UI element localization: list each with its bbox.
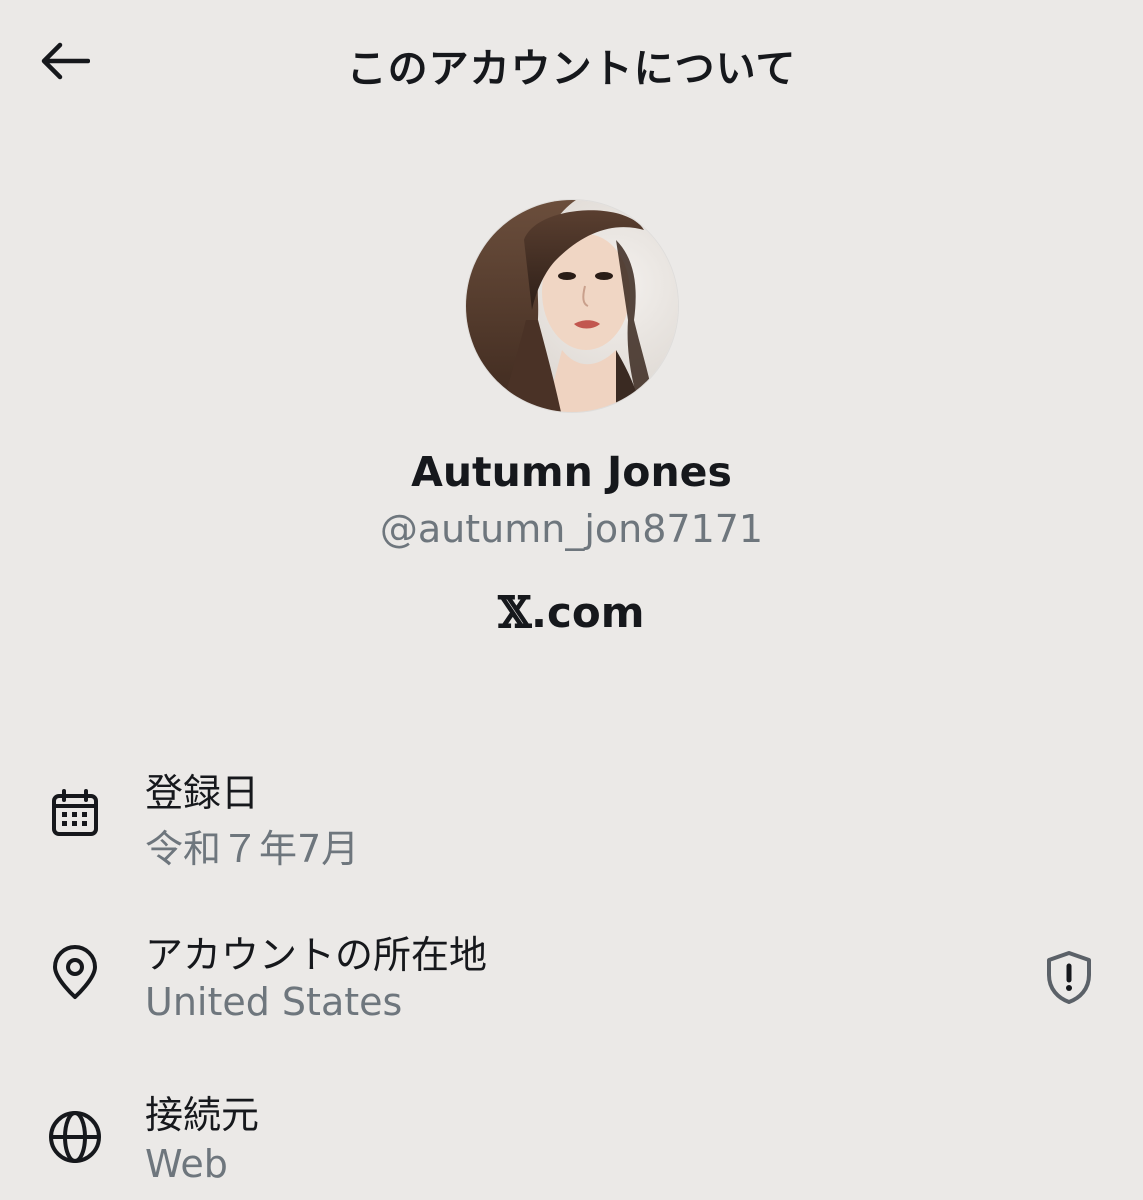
about-account-screen: このアカウントについて Autumn Jones @autumn_jon8717…: [0, 0, 1143, 1200]
info-row-joined: 登録日 令和７年7月: [0, 752, 1143, 892]
shield-alert-icon: [1047, 951, 1091, 1004]
site-suffix: .com: [531, 588, 645, 637]
location-value: United States: [145, 980, 403, 1024]
site-label: 𝕏.com: [0, 588, 1143, 638]
avatar[interactable]: [466, 200, 678, 412]
user-handle: @autumn_jon87171: [379, 507, 764, 551]
joined-label: 登録日: [145, 771, 260, 815]
top-bar: このアカウントについて: [0, 0, 1143, 122]
location-label: アカウントの所在地: [145, 933, 488, 977]
connected-via-value: Web: [145, 1142, 228, 1186]
calendar-icon: [44, 782, 106, 844]
globe-icon: [44, 1106, 106, 1168]
x-logo: 𝕏: [498, 588, 532, 638]
info-row-location: アカウントの所在地 United States: [0, 916, 1143, 1056]
shield-alert-button[interactable]: [1036, 944, 1102, 1010]
display-name: Autumn Jones: [411, 448, 732, 496]
info-row-connected-via: 接続元 Web: [0, 1076, 1143, 1200]
location-pin-icon: [44, 942, 106, 1004]
page-title: このアカウントについて: [346, 46, 797, 92]
joined-value: 令和７年7月: [145, 827, 360, 871]
avatar-photo: [466, 200, 678, 412]
connected-via-label: 接続元: [145, 1093, 260, 1137]
